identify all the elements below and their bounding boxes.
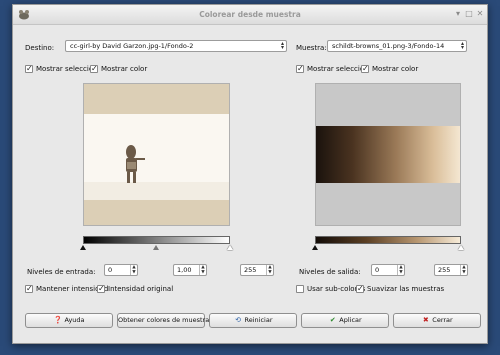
combo-arrows-icon: ▴ ▾ xyxy=(280,40,284,51)
title-bar[interactable]: Colorear desde muestra ▾ □ ✕ xyxy=(13,5,487,25)
get-colors-button[interactable]: Obtener colores de muestra xyxy=(117,313,209,328)
right-show-color-check[interactable]: Mostrar color xyxy=(361,64,419,73)
output-low-handle-icon[interactable] xyxy=(312,245,318,250)
input-levels-gradient xyxy=(83,236,230,244)
left-show-color-check[interactable]: Mostrar color xyxy=(90,64,148,73)
get-colors-button-label: Obtener colores de muestra xyxy=(118,316,210,324)
sample-preview[interactable] xyxy=(315,83,461,226)
output-levels-label: Niveles de salida: xyxy=(299,268,361,276)
right-show-color-label: Mostrar color xyxy=(372,65,419,73)
checkbox-icon xyxy=(296,285,304,293)
checkbox-icon xyxy=(356,284,364,293)
left-show-selection-check[interactable]: Mostrar selección xyxy=(25,64,98,73)
combo-arrows-icon: ▴ ▾ xyxy=(460,40,464,51)
output-low-value: 0 xyxy=(375,266,380,274)
spin-arrows-icon[interactable]: ▲ ▼ xyxy=(397,265,404,275)
output-high-handle-icon[interactable] xyxy=(458,245,464,250)
spin-arrows-icon[interactable]: ▲ ▼ xyxy=(199,265,206,275)
input-low-value: 0 xyxy=(108,266,113,274)
output-levels-gradient xyxy=(315,236,461,244)
smooth-samples-check[interactable]: Suavizar las muestras xyxy=(356,284,445,293)
destination-combo[interactable]: cc-girl-by David Garzon.jpg-1/Fondo-2 ▴ ▾ xyxy=(65,40,287,52)
dialog-window: Colorear desde muestra ▾ □ ✕ Destino: cc… xyxy=(12,4,488,344)
checkbox-icon xyxy=(90,64,98,73)
destination-preview[interactable] xyxy=(83,83,230,226)
help-button[interactable]: ❓ Ayuda xyxy=(25,313,113,328)
destination-label: Destino: xyxy=(25,44,55,52)
right-show-selection-check[interactable]: Mostrar selección xyxy=(296,64,369,73)
input-gamma-value: 1,00 xyxy=(177,266,192,274)
original-intensity-label: Intensidad original xyxy=(108,285,174,293)
left-show-selection-label: Mostrar selección xyxy=(36,65,98,73)
checkbox-icon xyxy=(296,64,304,73)
checkbox-icon xyxy=(361,64,369,73)
input-low-handle-icon[interactable] xyxy=(80,245,86,250)
sample-label: Muestra: xyxy=(296,44,327,52)
input-levels-label: Niveles de entrada: xyxy=(27,268,96,276)
keep-intensity-check[interactable]: Mantener intensidad xyxy=(25,284,108,293)
input-high-spin[interactable]: 255 ▲ ▼ xyxy=(240,264,274,276)
check-icon: ✔ xyxy=(329,315,336,324)
close-button-label: Cerrar xyxy=(432,316,453,324)
close-icon: ✖ xyxy=(422,315,429,324)
input-high-value: 255 xyxy=(244,266,257,274)
reset-button[interactable]: ⟲ Reiniciar xyxy=(209,313,297,328)
close-button[interactable]: ✖ Cerrar xyxy=(393,313,481,328)
sample-combo[interactable]: schildt-browns_01.png-3/Fondo-14 ▴ ▾ xyxy=(327,40,467,52)
left-show-color-label: Mostrar color xyxy=(101,65,148,73)
window-title: Colorear desde muestra xyxy=(199,10,301,19)
help-button-label: Ayuda xyxy=(64,316,85,324)
output-high-spin[interactable]: 255 ▲ ▼ xyxy=(434,264,468,276)
sample-gradient-image xyxy=(316,126,460,183)
input-high-handle-icon[interactable] xyxy=(227,245,233,250)
maximize-icon[interactable]: □ xyxy=(464,9,474,19)
input-low-spin[interactable]: 0 ▲ ▼ xyxy=(104,264,138,276)
right-show-selection-label: Mostrar selección xyxy=(307,65,369,73)
output-low-spin[interactable]: 0 ▲ ▼ xyxy=(371,264,405,276)
original-intensity-check[interactable]: Intensidad original xyxy=(97,284,174,293)
checkbox-icon xyxy=(25,284,33,293)
output-high-value: 255 xyxy=(438,266,451,274)
spin-arrows-icon[interactable]: ▲ ▼ xyxy=(460,265,467,275)
reset-button-label: Reiniciar xyxy=(244,316,273,324)
use-subcolors-check[interactable]: Usar sub-colores xyxy=(296,285,365,293)
smooth-samples-label: Suavizar las muestras xyxy=(367,285,445,293)
minimize-icon[interactable]: ▾ xyxy=(453,9,463,19)
checkbox-icon xyxy=(25,64,33,73)
sample-combo-value: schildt-browns_01.png-3/Fondo-14 xyxy=(332,42,445,50)
apply-button[interactable]: ✔ Aplicar xyxy=(301,313,389,328)
destination-image xyxy=(84,84,229,225)
input-gamma-handle-icon[interactable] xyxy=(153,245,159,250)
spin-arrows-icon[interactable]: ▲ ▼ xyxy=(266,265,273,275)
help-icon: ❓ xyxy=(53,315,63,324)
spin-arrows-icon[interactable]: ▲ ▼ xyxy=(130,265,137,275)
close-window-icon[interactable]: ✕ xyxy=(475,9,485,19)
input-gamma-spin[interactable]: 1,00 ▲ ▼ xyxy=(173,264,207,276)
apply-button-label: Aplicar xyxy=(339,316,362,324)
checkbox-icon xyxy=(97,284,105,293)
destination-combo-value: cc-girl-by David Garzon.jpg-1/Fondo-2 xyxy=(70,42,194,50)
reset-icon: ⟲ xyxy=(235,315,241,324)
